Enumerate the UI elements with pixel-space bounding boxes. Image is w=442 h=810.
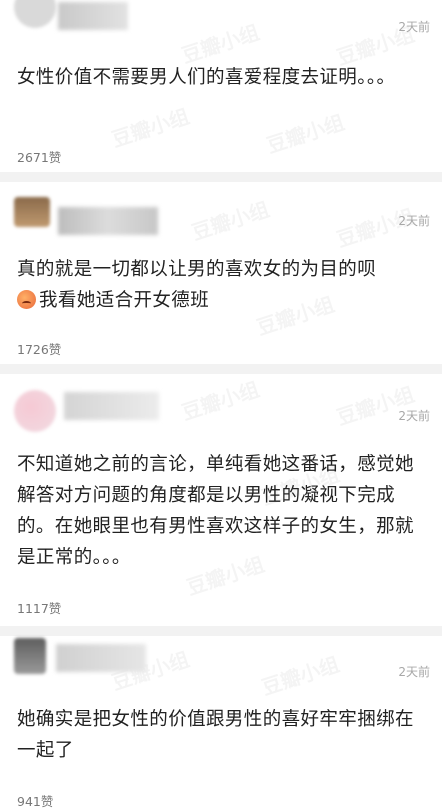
comment-text: 她确实是把女性的价值跟男性的喜好牢牢捆绑在一起了 xyxy=(17,709,414,761)
comment-item: 2天前 她确实是把女性的价值跟男性的喜好牢牢捆绑在一起了 941赞 xyxy=(0,636,442,809)
comment-time: 2天前 xyxy=(398,214,430,228)
avatar[interactable] xyxy=(14,197,50,227)
divider xyxy=(0,626,442,636)
username-blurred[interactable] xyxy=(58,207,158,235)
avatar[interactable] xyxy=(14,390,56,432)
avatar[interactable] xyxy=(14,0,56,28)
comment-text: 真的就是一切都以让男的喜欢女的为目的呗 我看她适合开女德班 xyxy=(17,254,428,316)
comment-time: 2天前 xyxy=(398,20,430,34)
comment-text: 女性价值不需要男人们的喜爱程度去证明。。。 xyxy=(17,67,396,88)
comment-text-line2: 我看她适合开女德班 xyxy=(39,290,210,311)
like-count[interactable]: 2671赞 xyxy=(17,147,61,166)
like-count[interactable]: 1117赞 xyxy=(17,598,61,617)
comment-item: 2天前 真的就是一切都以让男的喜欢女的为目的呗 我看她适合开女德班 1726赞 xyxy=(0,182,442,362)
comment-text-line: 我看她适合开女德班 xyxy=(17,285,428,316)
comment-item: 2天前 不知道她之前的言论，单纯看她这番话，感觉她解答对方问题的角度都是以男性的… xyxy=(0,374,442,624)
comment-item: 2天前 女性价值不需要男人们的喜爱程度去证明。。。 2671赞 xyxy=(0,0,442,170)
username-blurred[interactable] xyxy=(56,644,146,672)
username-blurred[interactable] xyxy=(64,392,159,420)
divider xyxy=(0,172,442,182)
comment-text-line: 真的就是一切都以让男的喜欢女的为目的呗 xyxy=(17,259,377,280)
like-count[interactable]: 1726赞 xyxy=(17,339,61,358)
comment-time: 2天前 xyxy=(398,409,430,423)
comment-text: 不知道她之前的言论，单纯看她这番话，感觉她解答对方问题的角度都是以男性的凝视下完… xyxy=(17,454,414,568)
like-count[interactable]: 941赞 xyxy=(17,791,53,810)
username-blurred[interactable] xyxy=(58,2,128,30)
angry-face-icon xyxy=(17,290,36,309)
avatar[interactable] xyxy=(14,638,46,674)
divider xyxy=(0,364,442,374)
comment-time: 2天前 xyxy=(398,665,430,679)
